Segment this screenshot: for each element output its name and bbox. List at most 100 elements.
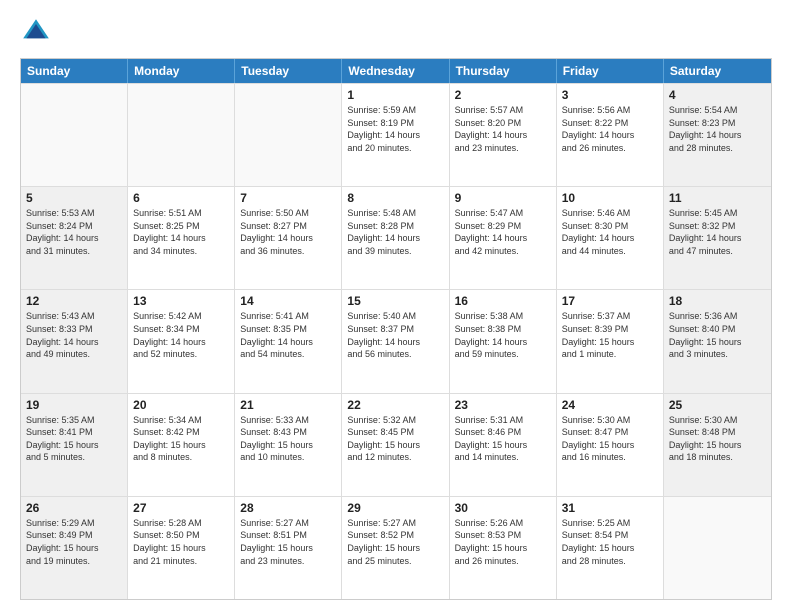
cell-info: Sunrise: 5:59 AM Sunset: 8:19 PM Dayligh… <box>347 104 443 154</box>
day-number: 4 <box>669 88 766 102</box>
calendar-cell: 4 Sunrise: 5:54 AM Sunset: 8:23 PM Daylig… <box>664 84 771 186</box>
calendar-cell: 8 Sunrise: 5:48 AM Sunset: 8:28 PM Daylig… <box>342 187 449 289</box>
cell-info: Sunrise: 5:34 AM Sunset: 8:42 PM Dayligh… <box>133 414 229 464</box>
cell-info: Sunrise: 5:26 AM Sunset: 8:53 PM Dayligh… <box>455 517 551 567</box>
day-number: 21 <box>240 398 336 412</box>
cell-info: Sunrise: 5:50 AM Sunset: 8:27 PM Dayligh… <box>240 207 336 257</box>
calendar-cell: 10 Sunrise: 5:46 AM Sunset: 8:30 PM Dayli… <box>557 187 664 289</box>
day-number: 31 <box>562 501 658 515</box>
calendar-cell: 14 Sunrise: 5:41 AM Sunset: 8:35 PM Dayli… <box>235 290 342 392</box>
day-number: 24 <box>562 398 658 412</box>
day-number: 2 <box>455 88 551 102</box>
day-number: 26 <box>26 501 122 515</box>
calendar-row-4: 26 Sunrise: 5:29 AM Sunset: 8:49 PM Dayli… <box>21 496 771 599</box>
day-number: 12 <box>26 294 122 308</box>
cell-info: Sunrise: 5:38 AM Sunset: 8:38 PM Dayligh… <box>455 310 551 360</box>
calendar-cell: 28 Sunrise: 5:27 AM Sunset: 8:51 PM Dayli… <box>235 497 342 599</box>
calendar-row-3: 19 Sunrise: 5:35 AM Sunset: 8:41 PM Dayli… <box>21 393 771 496</box>
calendar-cell: 30 Sunrise: 5:26 AM Sunset: 8:53 PM Dayli… <box>450 497 557 599</box>
day-number: 1 <box>347 88 443 102</box>
cell-info: Sunrise: 5:36 AM Sunset: 8:40 PM Dayligh… <box>669 310 766 360</box>
day-number: 11 <box>669 191 766 205</box>
day-number: 8 <box>347 191 443 205</box>
calendar-cell: 26 Sunrise: 5:29 AM Sunset: 8:49 PM Dayli… <box>21 497 128 599</box>
day-number: 20 <box>133 398 229 412</box>
day-number: 7 <box>240 191 336 205</box>
cell-info: Sunrise: 5:30 AM Sunset: 8:47 PM Dayligh… <box>562 414 658 464</box>
calendar-cell: 29 Sunrise: 5:27 AM Sunset: 8:52 PM Dayli… <box>342 497 449 599</box>
calendar-row-2: 12Sunrise: 5:43 AM Sunset: 8:33 PM Dayli… <box>21 289 771 392</box>
logo <box>20 16 56 48</box>
calendar-cell: 12Sunrise: 5:43 AM Sunset: 8:33 PM Dayli… <box>21 290 128 392</box>
calendar-cell: 17 Sunrise: 5:37 AM Sunset: 8:39 PM Dayli… <box>557 290 664 392</box>
calendar-cell: 21 Sunrise: 5:33 AM Sunset: 8:43 PM Dayli… <box>235 394 342 496</box>
calendar-cell: 31 Sunrise: 5:25 AM Sunset: 8:54 PM Dayli… <box>557 497 664 599</box>
calendar-cell: 18 Sunrise: 5:36 AM Sunset: 8:40 PM Dayli… <box>664 290 771 392</box>
calendar: SundayMondayTuesdayWednesdayThursdayFrid… <box>20 58 772 600</box>
header <box>20 16 772 48</box>
cell-info: Sunrise: 5:27 AM Sunset: 8:51 PM Dayligh… <box>240 517 336 567</box>
calendar-cell: 27Sunrise: 5:28 AM Sunset: 8:50 PM Dayli… <box>128 497 235 599</box>
cell-info: Sunrise: 5:54 AM Sunset: 8:23 PM Dayligh… <box>669 104 766 154</box>
cell-info: Sunrise: 5:33 AM Sunset: 8:43 PM Dayligh… <box>240 414 336 464</box>
calendar-cell: 11 Sunrise: 5:45 AM Sunset: 8:32 PM Dayli… <box>664 187 771 289</box>
day-number: 6 <box>133 191 229 205</box>
logo-icon <box>20 16 52 48</box>
cell-info: Sunrise: 5:30 AM Sunset: 8:48 PM Dayligh… <box>669 414 766 464</box>
cell-info: Sunrise: 5:48 AM Sunset: 8:28 PM Dayligh… <box>347 207 443 257</box>
day-number: 25 <box>669 398 766 412</box>
calendar-cell <box>128 84 235 186</box>
day-number: 19 <box>26 398 122 412</box>
calendar-cell: 3 Sunrise: 5:56 AM Sunset: 8:22 PM Daylig… <box>557 84 664 186</box>
day-number: 29 <box>347 501 443 515</box>
day-number: 27 <box>133 501 229 515</box>
cell-info: Sunrise: 5:35 AM Sunset: 8:41 PM Dayligh… <box>26 414 122 464</box>
day-number: 22 <box>347 398 443 412</box>
cell-info: Sunrise: 5:56 AM Sunset: 8:22 PM Dayligh… <box>562 104 658 154</box>
cell-info: Sunrise: 5:57 AM Sunset: 8:20 PM Dayligh… <box>455 104 551 154</box>
header-day-thursday: Thursday <box>450 59 557 83</box>
cell-info: Sunrise: 5:29 AM Sunset: 8:49 PM Dayligh… <box>26 517 122 567</box>
cell-info: Sunrise: 5:45 AM Sunset: 8:32 PM Dayligh… <box>669 207 766 257</box>
day-number: 14 <box>240 294 336 308</box>
calendar-cell <box>21 84 128 186</box>
cell-info: Sunrise: 5:46 AM Sunset: 8:30 PM Dayligh… <box>562 207 658 257</box>
calendar-row-0: 1 Sunrise: 5:59 AM Sunset: 8:19 PM Daylig… <box>21 83 771 186</box>
header-day-tuesday: Tuesday <box>235 59 342 83</box>
day-number: 5 <box>26 191 122 205</box>
calendar-cell: 5 Sunrise: 5:53 AM Sunset: 8:24 PM Daylig… <box>21 187 128 289</box>
cell-info: Sunrise: 5:25 AM Sunset: 8:54 PM Dayligh… <box>562 517 658 567</box>
day-number: 18 <box>669 294 766 308</box>
calendar-cell: 15 Sunrise: 5:40 AM Sunset: 8:37 PM Dayli… <box>342 290 449 392</box>
day-number: 10 <box>562 191 658 205</box>
calendar-cell: 24 Sunrise: 5:30 AM Sunset: 8:47 PM Dayli… <box>557 394 664 496</box>
header-day-friday: Friday <box>557 59 664 83</box>
day-number: 9 <box>455 191 551 205</box>
day-number: 3 <box>562 88 658 102</box>
header-day-monday: Monday <box>128 59 235 83</box>
day-number: 30 <box>455 501 551 515</box>
page: SundayMondayTuesdayWednesdayThursdayFrid… <box>0 0 792 612</box>
cell-info: Sunrise: 5:51 AM Sunset: 8:25 PM Dayligh… <box>133 207 229 257</box>
cell-info: Sunrise: 5:37 AM Sunset: 8:39 PM Dayligh… <box>562 310 658 360</box>
calendar-cell: 23Sunrise: 5:31 AM Sunset: 8:46 PM Dayli… <box>450 394 557 496</box>
calendar-cell: 2 Sunrise: 5:57 AM Sunset: 8:20 PM Daylig… <box>450 84 557 186</box>
day-number: 23 <box>455 398 551 412</box>
day-number: 17 <box>562 294 658 308</box>
cell-info: Sunrise: 5:53 AM Sunset: 8:24 PM Dayligh… <box>26 207 122 257</box>
cell-info: Sunrise: 5:47 AM Sunset: 8:29 PM Dayligh… <box>455 207 551 257</box>
calendar-cell: 7 Sunrise: 5:50 AM Sunset: 8:27 PM Daylig… <box>235 187 342 289</box>
calendar-cell: 9 Sunrise: 5:47 AM Sunset: 8:29 PM Daylig… <box>450 187 557 289</box>
cell-info: Sunrise: 5:40 AM Sunset: 8:37 PM Dayligh… <box>347 310 443 360</box>
header-day-sunday: Sunday <box>21 59 128 83</box>
calendar-cell: 13Sunrise: 5:42 AM Sunset: 8:34 PM Dayli… <box>128 290 235 392</box>
cell-info: Sunrise: 5:42 AM Sunset: 8:34 PM Dayligh… <box>133 310 229 360</box>
cell-info: Sunrise: 5:27 AM Sunset: 8:52 PM Dayligh… <box>347 517 443 567</box>
calendar-cell: 16Sunrise: 5:38 AM Sunset: 8:38 PM Dayli… <box>450 290 557 392</box>
header-day-saturday: Saturday <box>664 59 771 83</box>
header-day-wednesday: Wednesday <box>342 59 449 83</box>
day-number: 15 <box>347 294 443 308</box>
calendar-cell: 6 Sunrise: 5:51 AM Sunset: 8:25 PM Daylig… <box>128 187 235 289</box>
day-number: 28 <box>240 501 336 515</box>
cell-info: Sunrise: 5:41 AM Sunset: 8:35 PM Dayligh… <box>240 310 336 360</box>
